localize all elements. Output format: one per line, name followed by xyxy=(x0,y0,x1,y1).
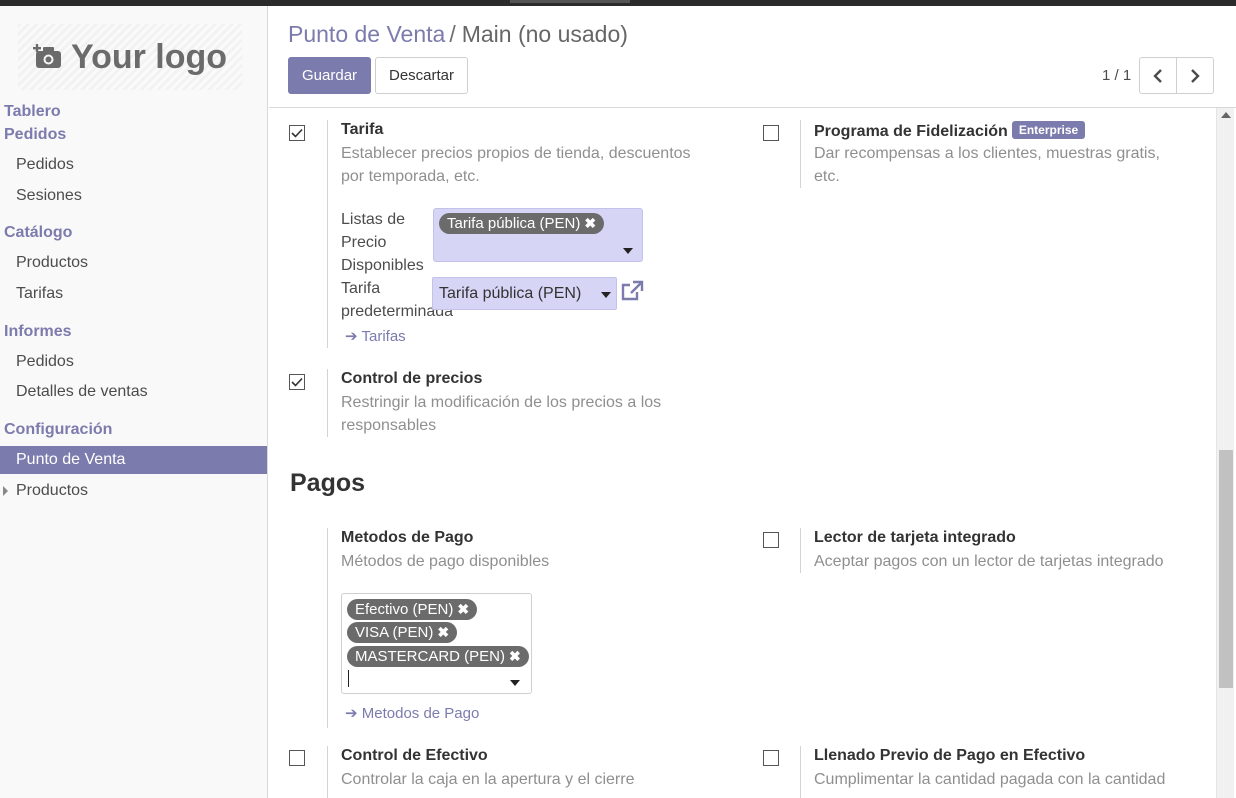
pager-value[interactable]: 1 / 1 xyxy=(1102,67,1131,84)
arrow-right-icon: ➔ xyxy=(345,705,358,722)
control-efectivo-checkbox[interactable] xyxy=(289,750,305,766)
remove-tag-icon[interactable]: ✖ xyxy=(509,648,521,664)
remove-tag-icon[interactable]: ✖ xyxy=(457,601,469,617)
setting-divider xyxy=(327,120,328,348)
payment-method-tag: MASTERCARD (PEN) ✖ xyxy=(347,646,529,667)
tarifas-link[interactable]: ➔ Tarifas xyxy=(345,327,406,345)
pager-next-button[interactable] xyxy=(1176,57,1214,94)
menu-section-informes[interactable]: Informes xyxy=(4,323,72,341)
enterprise-badge: Enterprise xyxy=(1011,121,1086,139)
payment-method-tag: VISA (PEN) ✖ xyxy=(347,622,458,643)
menu-item-tarifas[interactable]: Tarifas xyxy=(0,280,267,308)
link-label: Tarifas xyxy=(361,328,406,345)
fidelizacion-title: Programa de Fidelización Enterprise xyxy=(814,121,1086,141)
tarifa-description: Establecer precios propios de tienda, de… xyxy=(341,145,691,185)
menu-section-catalogo[interactable]: Catálogo xyxy=(4,224,72,242)
control-efectivo-title: Control de Efectivo xyxy=(341,747,488,764)
menu-item-productos[interactable]: Productos xyxy=(0,249,267,277)
payment-method-tag: Efectivo (PEN) ✖ xyxy=(347,599,478,620)
settings-content: Tarifa Establecer precios propios de tie… xyxy=(269,108,1216,798)
menu-item-pedidos[interactable]: Pedidos xyxy=(0,151,267,179)
pagos-heading: Pagos xyxy=(290,469,366,497)
control-panel: Punto de Venta / Main (no usado) Guardar D… xyxy=(269,6,1236,108)
control-precios-title: Control de precios xyxy=(341,370,483,387)
breadcrumb-parent-link[interactable]: Punto de Venta xyxy=(288,21,445,47)
tag-label: MASTERCARD (PEN) xyxy=(355,648,506,665)
breadcrumb-separator: / xyxy=(449,21,456,47)
breadcrumb-current: Main (no usado) xyxy=(461,21,628,47)
chevron-right-icon xyxy=(1191,68,1200,83)
price-lists-field[interactable]: Tarifa pública (PEN) ✖ xyxy=(433,208,643,262)
default-pricelist-select[interactable]: Tarifa pública (PEN) xyxy=(432,277,617,310)
tag-label: Efectivo (PEN) xyxy=(355,601,454,618)
company-logo: Your logo xyxy=(18,24,242,90)
menu-item-label: Productos xyxy=(16,482,89,499)
default-pricelist-value: Tarifa pública (PEN) xyxy=(439,285,582,302)
payment-methods-field[interactable]: Efectivo (PEN) ✖ VISA (PEN) ✖ MASTERCARD (… xyxy=(341,593,532,694)
menu-item-sesiones[interactable]: Sesiones xyxy=(0,182,267,210)
llenado-previo-checkbox[interactable] xyxy=(763,750,779,766)
menu-item-config-productos[interactable]: Productos xyxy=(0,477,267,505)
dropdown-caret-icon[interactable] xyxy=(623,248,633,254)
scroll-up-arrow-icon[interactable] xyxy=(1221,112,1231,118)
fidelizacion-description: Dar recompensas a los clientes, muestras… xyxy=(814,145,1160,185)
menu-item-punto-de-venta[interactable]: Punto de Venta xyxy=(0,446,267,474)
lector-tarjeta-title: Lector de tarjeta integrado xyxy=(814,529,1016,546)
tab-indicator xyxy=(510,0,630,3)
metodos-pago-description: Métodos de pago disponibles xyxy=(341,553,550,570)
external-link-icon[interactable] xyxy=(620,280,644,302)
menu-section-tablero[interactable]: Tablero xyxy=(4,103,61,121)
scrollbar-thumb[interactable] xyxy=(1219,450,1233,688)
menu-section-pedidos[interactable]: Pedidos xyxy=(4,126,66,144)
checkmark-icon xyxy=(291,128,303,138)
pager-previous-button[interactable] xyxy=(1139,57,1177,94)
lector-tarjeta-checkbox[interactable] xyxy=(763,532,779,548)
setting-divider xyxy=(327,369,328,437)
setting-divider xyxy=(800,120,801,188)
metodos-pago-title: Metodos de Pago xyxy=(341,529,474,546)
fidelizacion-title-text: Programa de Fidelización xyxy=(814,123,1008,140)
remove-tag-icon[interactable]: ✖ xyxy=(437,624,449,640)
chevron-left-icon xyxy=(1153,68,1162,83)
checkmark-icon xyxy=(291,377,303,387)
arrow-right-icon: ➔ xyxy=(345,328,358,345)
tarifa-checkbox[interactable] xyxy=(289,125,305,141)
llenado-previo-title: Llenado Previo de Pago en Efectivo xyxy=(814,747,1086,764)
menu-item-detalles-ventas[interactable]: Detalles de ventas xyxy=(0,378,267,406)
setting-divider xyxy=(800,528,801,573)
tag-label: VISA (PEN) xyxy=(355,624,434,641)
menu-section-configuracion[interactable]: Configuración xyxy=(4,421,112,439)
text-cursor xyxy=(348,670,349,687)
setting-divider xyxy=(327,746,328,798)
dropdown-caret-icon xyxy=(601,292,611,298)
tarifa-title: Tarifa xyxy=(341,121,384,138)
menu-item-informes-pedidos[interactable]: Pedidos xyxy=(0,348,267,376)
vertical-scrollbar[interactable] xyxy=(1216,108,1234,798)
metodos-pago-link[interactable]: ➔ Metodos de Pago xyxy=(345,704,479,722)
setting-divider xyxy=(327,528,328,728)
lector-tarjeta-description: Aceptar pagos con un lector de tarjetas … xyxy=(814,553,1164,570)
remove-tag-icon[interactable]: ✖ xyxy=(584,215,596,231)
link-label: Metodos de Pago xyxy=(361,705,480,722)
control-efectivo-description: Controlar la caja en la apertura y el ci… xyxy=(341,771,635,788)
discard-button[interactable]: Descartar xyxy=(375,57,469,94)
llenado-previo-description: Cumplimentar la cantidad pagada con la c… xyxy=(814,771,1166,788)
setting-divider xyxy=(800,746,801,798)
control-precios-description: Restringir la modificación de los precio… xyxy=(341,394,662,434)
sidebar: Your logo Tablero Pedidos Pedidos Sesion… xyxy=(0,6,268,798)
camera-plus-icon xyxy=(32,44,61,68)
price-lists-label: Listas de Precio Disponibles xyxy=(341,211,424,274)
fidelizacion-checkbox[interactable] xyxy=(763,125,779,141)
breadcrumb: Punto de Venta / Main (no usado) xyxy=(288,21,628,48)
save-button[interactable]: Guardar xyxy=(288,57,372,94)
control-precios-checkbox[interactable] xyxy=(289,374,305,390)
price-list-tag: Tarifa pública (PEN) ✖ xyxy=(439,213,605,234)
caret-right-icon xyxy=(3,486,8,496)
dropdown-caret-icon[interactable] xyxy=(510,680,520,686)
tag-label: Tarifa pública (PEN) xyxy=(447,215,581,232)
logo-text: Your logo xyxy=(70,37,228,76)
